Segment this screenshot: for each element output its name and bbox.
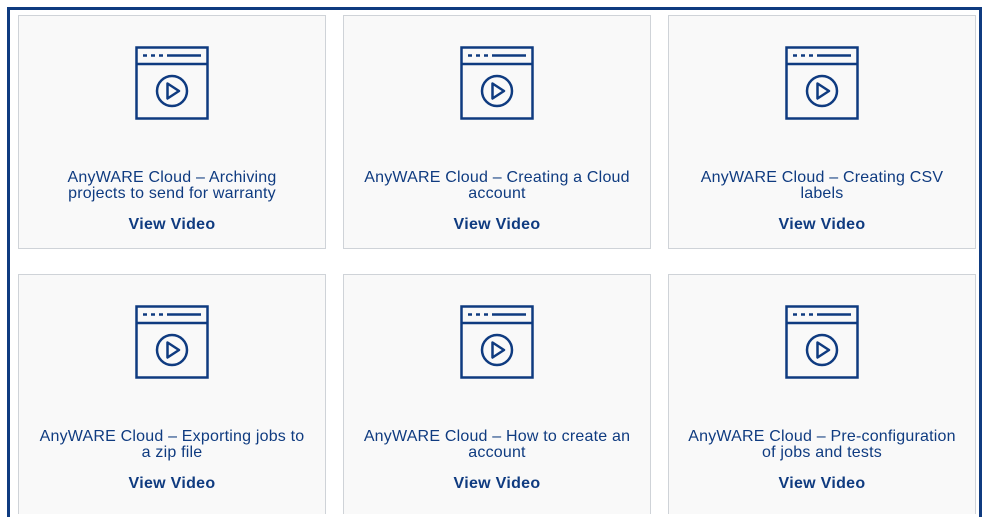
video-title: AnyWARE Cloud – Exporting jobs to a zip … [39,428,305,461]
view-video-link[interactable]: View Video [454,475,541,493]
video-player-icon [135,305,209,379]
video-card[interactable]: AnyWARE Cloud – Archiving projects to se… [18,15,326,249]
video-player-icon [785,305,859,379]
video-title: AnyWARE Cloud – Creating a Cloud account [364,169,630,202]
view-video-link[interactable]: View Video [779,216,866,234]
video-grid: AnyWARE Cloud – Archiving projects to se… [18,15,976,514]
video-card[interactable]: AnyWARE Cloud – Creating CSV labels View… [668,15,976,249]
view-video-link[interactable]: View Video [129,216,216,234]
video-card[interactable]: AnyWARE Cloud – How to create an account… [343,274,651,514]
video-card[interactable]: AnyWARE Cloud – Exporting jobs to a zip … [18,274,326,514]
video-card[interactable]: AnyWARE Cloud – Creating a Cloud account… [343,15,651,249]
view-video-link[interactable]: View Video [779,475,866,493]
video-title: AnyWARE Cloud – How to create an account [363,428,631,461]
view-video-link[interactable]: View Video [129,475,216,493]
video-player-icon [460,305,534,379]
video-title: AnyWARE Cloud – Archiving projects to se… [67,169,277,202]
video-card[interactable]: AnyWARE Cloud – Pre-configuration of job… [668,274,976,514]
video-title: AnyWARE Cloud – Pre-configuration of job… [688,428,956,461]
video-player-icon [785,46,859,120]
video-player-icon [460,46,534,120]
video-player-icon [135,46,209,120]
view-video-link[interactable]: View Video [454,216,541,234]
video-title: AnyWARE Cloud – Creating CSV labels [700,169,944,202]
